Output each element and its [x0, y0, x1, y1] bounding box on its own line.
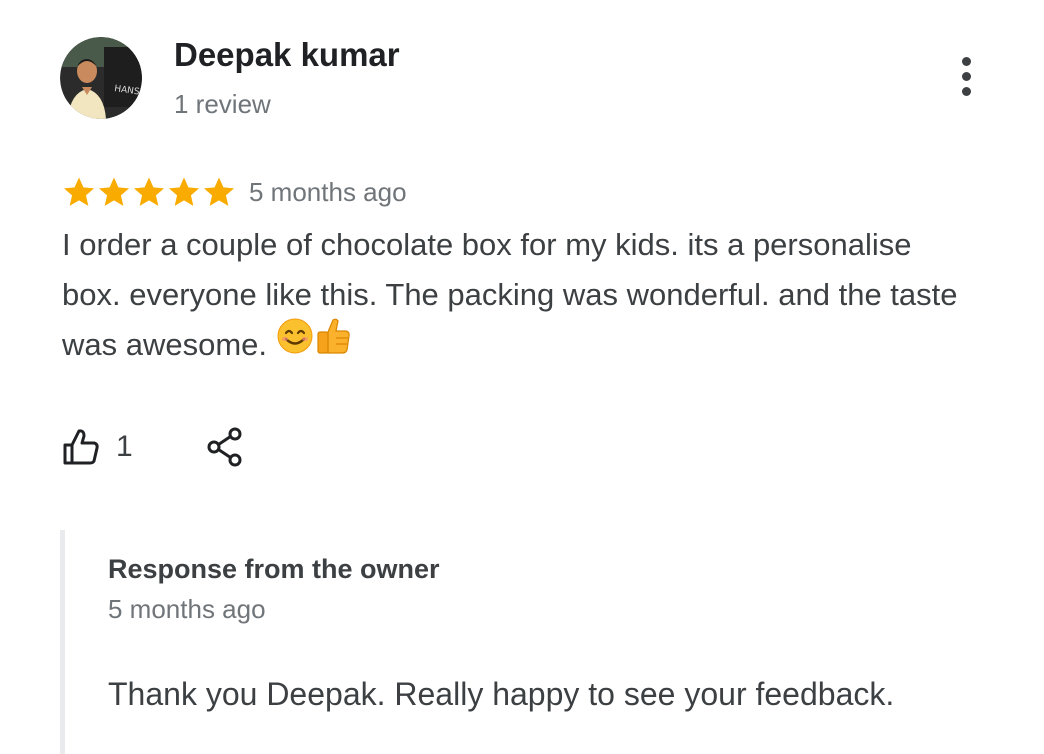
review-date: 5 months ago — [249, 176, 407, 207]
reviewer-review-count: 1 review — [174, 89, 271, 119]
more-options-button[interactable] — [946, 56, 986, 96]
rating-row: 5 months ago — [62, 174, 407, 210]
like-button[interactable]: 1 — [60, 426, 133, 468]
star-icon — [168, 177, 200, 206]
like-count: 1 — [116, 430, 133, 463]
share-button[interactable] — [205, 426, 245, 468]
thumb-up-outline-icon — [63, 429, 99, 465]
review-card: HANS Deepak kumar 1 review 5 months ago … — [0, 0, 1044, 754]
reviewer-avatar[interactable]: HANS — [60, 37, 142, 119]
owner-response-date: 5 months ago — [108, 594, 266, 624]
review-text: I order a couple of chocolate box for my… — [62, 220, 962, 371]
smiling-face-icon — [276, 317, 314, 370]
owner-response-text: Thank you Deepak. Really happy to see yo… — [108, 676, 895, 712]
more-vert-icon — [961, 56, 971, 66]
review-body: I order a couple of chocolate box for my… — [62, 227, 958, 362]
review-actions: 1 — [60, 423, 245, 471]
star-icon — [98, 177, 130, 206]
thumbs-up-icon — [314, 316, 352, 371]
star-icon — [203, 177, 235, 206]
avatar-photo: HANS — [60, 37, 142, 119]
owner-response: Response from the owner 5 months ago Tha… — [60, 530, 1025, 754]
share-icon — [207, 427, 242, 467]
star-icon — [63, 177, 95, 206]
star-icon — [133, 177, 165, 206]
star-rating — [62, 175, 236, 209]
owner-response-title: Response from the owner — [108, 554, 440, 584]
reviewer-name[interactable]: Deepak kumar — [174, 36, 400, 74]
